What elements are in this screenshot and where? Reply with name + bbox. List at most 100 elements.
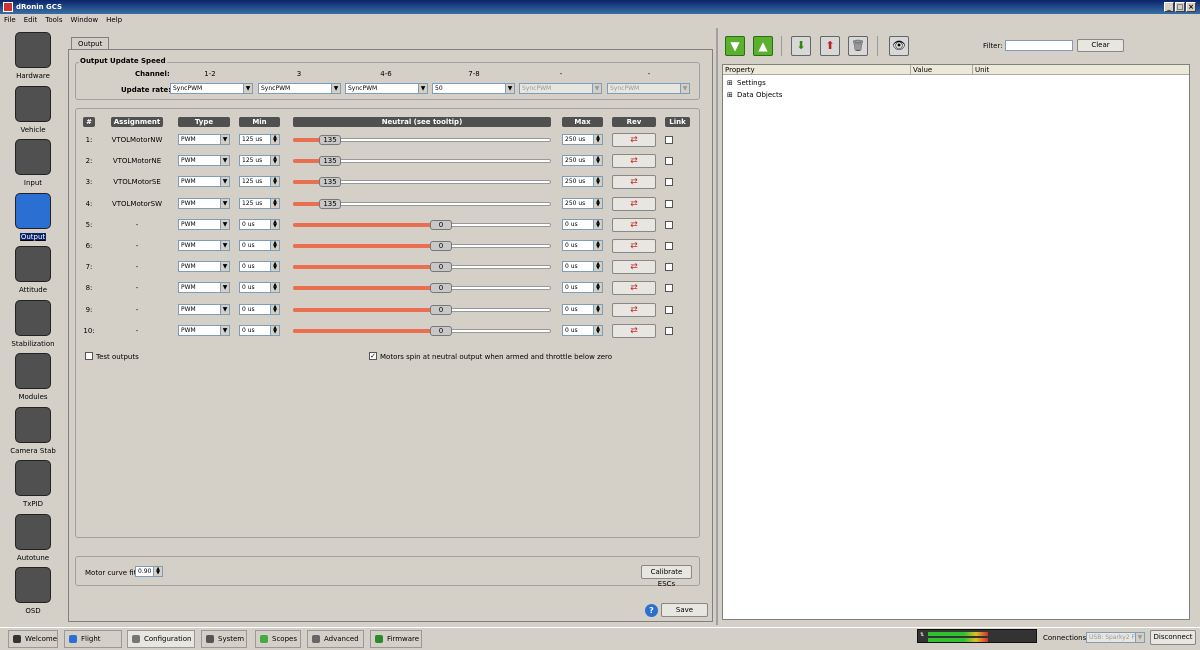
spin-arrows-icon[interactable]: ▲ ▼ <box>270 241 279 250</box>
spin-arrows-icon[interactable]: ▲ ▼ <box>270 135 279 144</box>
tab-scopes[interactable]: Scopes <box>255 630 301 648</box>
sidebar-item-input[interactable]: Input <box>0 135 66 189</box>
type-select[interactable]: PWM ▼ <box>178 282 230 294</box>
tab-flight-data[interactable]: Flight data <box>64 630 122 648</box>
max-stepper[interactable]: 250 us ▲ ▼ <box>562 176 603 188</box>
reverse-button[interactable]: ⇄ <box>612 133 656 147</box>
min-stepper[interactable]: 125 us ▲ ▼ <box>239 176 280 188</box>
neutral-slider-handle[interactable]: 0 <box>430 304 452 315</box>
column-value[interactable]: Value <box>913 66 932 74</box>
maximize-button[interactable]: □ <box>1175 2 1185 12</box>
max-stepper[interactable]: 0 us ▲ ▼ <box>562 261 603 273</box>
neutral-slider-handle[interactable]: 135 <box>319 177 341 188</box>
help-icon[interactable]: ? <box>645 604 658 617</box>
link-checkbox[interactable] <box>665 136 673 144</box>
menu-window[interactable]: Window <box>67 14 103 24</box>
sidebar-item-modules[interactable]: Modules <box>0 349 66 403</box>
sidebar-item-autotune[interactable]: Autotune <box>0 510 66 564</box>
min-stepper[interactable]: 0 us ▲ ▼ <box>239 282 280 294</box>
filter-input[interactable] <box>1005 40 1073 51</box>
max-stepper[interactable]: 0 us ▲ ▼ <box>562 240 603 251</box>
link-checkbox[interactable] <box>665 220 673 229</box>
column-unit[interactable]: Unit <box>975 66 989 74</box>
type-select[interactable]: PWM ▼ <box>178 197 230 209</box>
link-checkbox[interactable] <box>665 178 673 187</box>
column-property[interactable]: Property <box>725 66 755 74</box>
disconnect-button[interactable]: Disconnect <box>1150 630 1196 645</box>
spin-arrows-icon[interactable]: ▲ ▼ <box>270 262 279 272</box>
type-select[interactable]: PWM ▼ <box>178 134 230 145</box>
tree-item-data-objects[interactable]: Data Objects <box>737 91 782 99</box>
update-rate-select[interactable]: SyncPWM ▼ <box>258 83 341 94</box>
trash-icon[interactable]: 🗑 <box>848 36 868 56</box>
menu-help[interactable]: Help <box>102 14 126 24</box>
spin-arrows-icon[interactable]: ▲ ▼ <box>593 177 602 187</box>
spin-arrows-icon[interactable]: ▲ ▼ <box>593 198 602 208</box>
link-checkbox[interactable] <box>665 263 673 272</box>
max-stepper[interactable]: 250 us ▲ ▼ <box>562 197 603 209</box>
reverse-button[interactable]: ⇄ <box>612 239 656 253</box>
spin-arrows-icon[interactable]: ▲ ▼ <box>270 283 279 293</box>
neutral-slider-handle[interactable]: 0 <box>430 262 452 273</box>
tab-configuration[interactable]: Configuration <box>127 630 195 648</box>
max-stepper[interactable]: 0 us ▲ ▼ <box>562 303 603 315</box>
expand-data-objects-icon[interactable]: ⊞ <box>727 91 733 99</box>
link-checkbox[interactable] <box>665 284 673 293</box>
expand-settings-icon[interactable]: ⊞ <box>727 79 733 87</box>
spin-arrows-icon[interactable]: ▲ ▼ <box>593 156 602 166</box>
clear-button[interactable]: Clear <box>1077 39 1124 52</box>
neutral-slider-handle[interactable]: 0 <box>430 219 452 230</box>
sidebar-item-stabilization[interactable]: Stabilization <box>0 296 66 350</box>
neutral-slider-handle[interactable]: 0 <box>430 241 452 251</box>
upload-arrow-icon[interactable]: ▲ <box>753 36 773 56</box>
min-stepper[interactable]: 125 us ▲ ▼ <box>239 155 280 167</box>
link-checkbox[interactable] <box>665 157 673 166</box>
spin-arrows-icon[interactable]: ▲ ▼ <box>270 325 279 335</box>
menu-tools[interactable]: Tools <box>41 14 66 24</box>
min-stepper[interactable]: 125 us ▲ ▼ <box>239 134 280 145</box>
reverse-button[interactable]: ⇄ <box>612 260 656 275</box>
sidebar-item-hardware[interactable]: Hardware <box>0 28 66 82</box>
neutral-slider-handle[interactable]: 135 <box>319 135 341 145</box>
update-rate-select[interactable]: SyncPWM ▼ <box>345 83 428 94</box>
save-to-flash-icon[interactable]: ⬆ <box>820 36 840 56</box>
spin-arrows-icon[interactable]: ▲ ▼ <box>593 262 602 272</box>
reverse-button[interactable]: ⇄ <box>612 154 656 169</box>
max-stepper[interactable]: 0 us ▲ ▼ <box>562 282 603 294</box>
minimize-button[interactable]: _ <box>1164 2 1174 12</box>
spin-arrows-icon[interactable]: ▲ ▼ <box>153 567 162 576</box>
max-stepper[interactable]: 0 us ▲ ▼ <box>562 218 603 230</box>
link-checkbox[interactable] <box>665 305 673 314</box>
spin-arrows-icon[interactable]: ▲ ▼ <box>270 156 279 166</box>
reverse-button[interactable]: ⇄ <box>612 323 656 338</box>
neutral-slider-handle[interactable]: 0 <box>430 283 452 294</box>
min-stepper[interactable]: 125 us ▲ ▼ <box>239 197 280 209</box>
menu-edit[interactable]: Edit <box>20 14 42 24</box>
min-stepper[interactable]: 0 us ▲ ▼ <box>239 303 280 315</box>
tab-advanced[interactable]: Advanced <box>307 630 364 648</box>
link-checkbox[interactable] <box>665 326 673 335</box>
tab-welcome[interactable]: Welcome <box>8 630 58 648</box>
tab-firmware[interactable]: Firmware <box>370 630 422 648</box>
spin-arrows-icon[interactable]: ▲ ▼ <box>270 177 279 187</box>
motor-curve-stepper[interactable]: 0.90 ▲ ▼ <box>135 566 163 577</box>
sidebar-item-attitude[interactable]: Attitude <box>0 242 66 296</box>
eye-icon[interactable]: 👁 <box>889 36 909 56</box>
max-stepper[interactable]: 0 us ▲ ▼ <box>562 324 603 336</box>
spin-arrows-icon[interactable]: ▲ ▼ <box>593 283 602 293</box>
link-checkbox[interactable] <box>665 199 673 208</box>
update-rate-select[interactable]: SyncPWM ▼ <box>170 83 253 94</box>
max-stepper[interactable]: 250 us ▲ ▼ <box>562 134 603 145</box>
motors-spin-checkbox[interactable]: ✓ <box>369 352 377 360</box>
reverse-button[interactable]: ⇄ <box>612 302 656 317</box>
min-stepper[interactable]: 0 us ▲ ▼ <box>239 240 280 251</box>
spin-arrows-icon[interactable]: ▲ ▼ <box>593 135 602 144</box>
spin-arrows-icon[interactable]: ▲ ▼ <box>270 219 279 229</box>
reverse-button[interactable]: ⇄ <box>612 175 656 190</box>
type-select[interactable]: PWM ▼ <box>178 240 230 251</box>
sidebar-item-output[interactable]: Output <box>0 189 66 243</box>
type-select[interactable]: PWM ▼ <box>178 261 230 273</box>
min-stepper[interactable]: 0 us ▲ ▼ <box>239 218 280 230</box>
link-checkbox[interactable] <box>665 242 673 250</box>
reverse-button[interactable]: ⇄ <box>612 281 656 296</box>
